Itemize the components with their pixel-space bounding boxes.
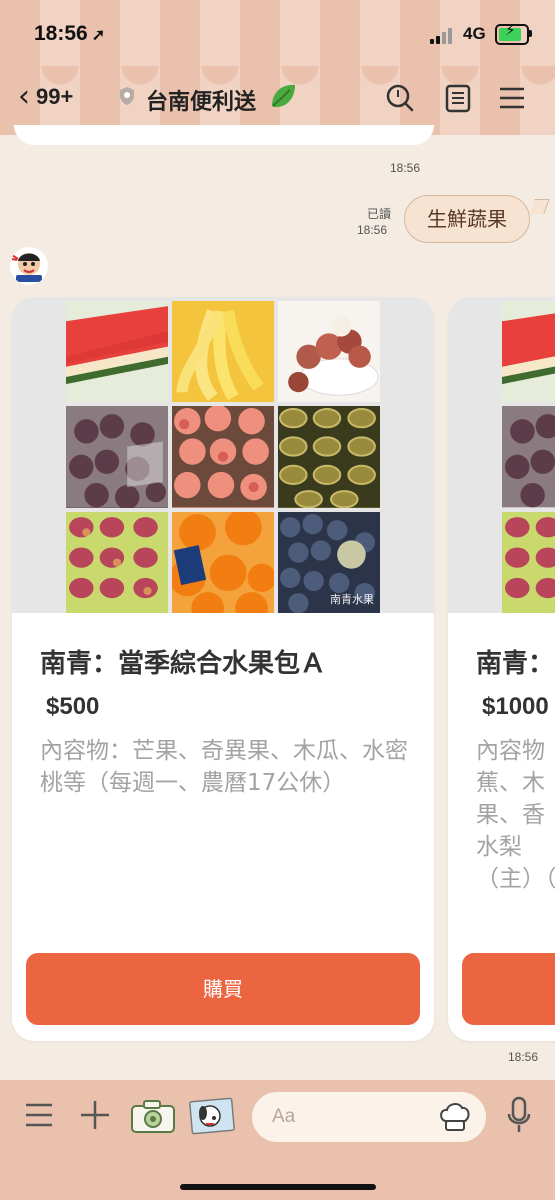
chat-header: ‹ 99+ 台南便利送	[0, 76, 555, 122]
avatar[interactable]	[10, 247, 48, 285]
blueberry-photo: 南青水果	[278, 511, 380, 613]
product-description: 內容物蕉、木果、香水梨（主）（	[476, 738, 555, 892]
menu-icon[interactable]	[496, 82, 528, 114]
home-indicator	[180, 1184, 376, 1190]
chat-title[interactable]: 台南便利送	[146, 84, 256, 116]
mango-photo	[502, 511, 555, 613]
timestamp: 18:56	[508, 1050, 539, 1064]
network-label: 4G	[463, 24, 486, 43]
watermelon-photo	[66, 301, 168, 403]
banana-photo	[172, 301, 274, 403]
status-time-text: 18:56	[34, 22, 88, 45]
plum-bags-photo	[66, 406, 168, 508]
mango-photo	[66, 511, 168, 613]
menu-icon[interactable]	[24, 1102, 54, 1128]
chef-hat-icon[interactable]	[438, 1101, 472, 1133]
leaf-emoji-icon	[268, 82, 298, 116]
unread-count: 99+	[36, 84, 74, 109]
lychee-photo	[278, 301, 380, 403]
timestamp: 18:56	[357, 223, 388, 237]
image-icon[interactable]	[188, 1096, 236, 1136]
kiwi-photo	[278, 406, 380, 508]
status-bar: 18:56 ➚ 4G ⚡	[0, 0, 555, 68]
peach-photo	[172, 406, 274, 508]
product-price: $1000	[482, 693, 549, 720]
product-price: $500	[46, 693, 100, 720]
product-image: 南青水果	[12, 297, 434, 613]
input-placeholder: Aa	[272, 1106, 296, 1127]
buy-button[interactable]: 購買	[26, 953, 420, 1025]
buy-button[interactable]	[462, 953, 555, 1025]
fruit-photo-grid: 南青水果	[66, 301, 380, 613]
product-card[interactable]: 南青： $1000 內容物蕉、木果、香水梨（主）（	[448, 297, 555, 1041]
search-icon[interactable]	[384, 82, 416, 114]
product-card[interactable]: 南青水果 南青：當季綜合水果包Ａ $500 內容物：芒果、奇異果、木瓜、水密桃等…	[12, 297, 434, 1041]
message-input-bar: Aa	[0, 1080, 555, 1200]
product-image	[448, 297, 555, 613]
previous-card	[14, 125, 434, 145]
product-description: 內容物：芒果、奇異果、木瓜、水密桃等（每週一、農曆17公休）	[40, 738, 408, 796]
fruit-photo-grid	[502, 301, 555, 613]
plum-bags-photo	[502, 406, 555, 508]
back-button[interactable]: ‹ 99+	[18, 82, 73, 112]
signal-icon	[430, 28, 456, 44]
battery-tip	[529, 30, 532, 37]
microphone-icon[interactable]	[506, 1096, 532, 1136]
chat-area[interactable]: 18:56 已讀 18:56 生鮮蔬果 南青水果 南青：當季綜合水果包Ａ $50…	[0, 125, 555, 1080]
charging-bolt-icon: ⚡	[505, 21, 516, 39]
product-title: 南青：	[476, 649, 555, 679]
user-message-bubble[interactable]: 生鮮蔬果	[404, 195, 530, 243]
notes-icon[interactable]	[442, 82, 474, 114]
camera-icon[interactable]	[130, 1098, 176, 1134]
timestamp: 18:56	[390, 161, 421, 175]
shield-icon	[120, 87, 134, 105]
image-caption: 南青水果	[330, 593, 374, 606]
bubble-tail	[529, 199, 550, 214]
read-receipt: 已讀	[367, 207, 392, 221]
chevron-left-icon: ‹	[18, 79, 30, 114]
plus-icon[interactable]	[78, 1098, 112, 1132]
product-title: 南青：當季綜合水果包Ａ	[40, 649, 327, 679]
message-input[interactable]: Aa	[252, 1092, 486, 1142]
location-arrow-icon: ➚	[91, 27, 106, 44]
watermelon-photo	[502, 301, 555, 403]
status-time: 18:56 ➚	[34, 22, 105, 46]
orange-photo	[172, 511, 274, 613]
